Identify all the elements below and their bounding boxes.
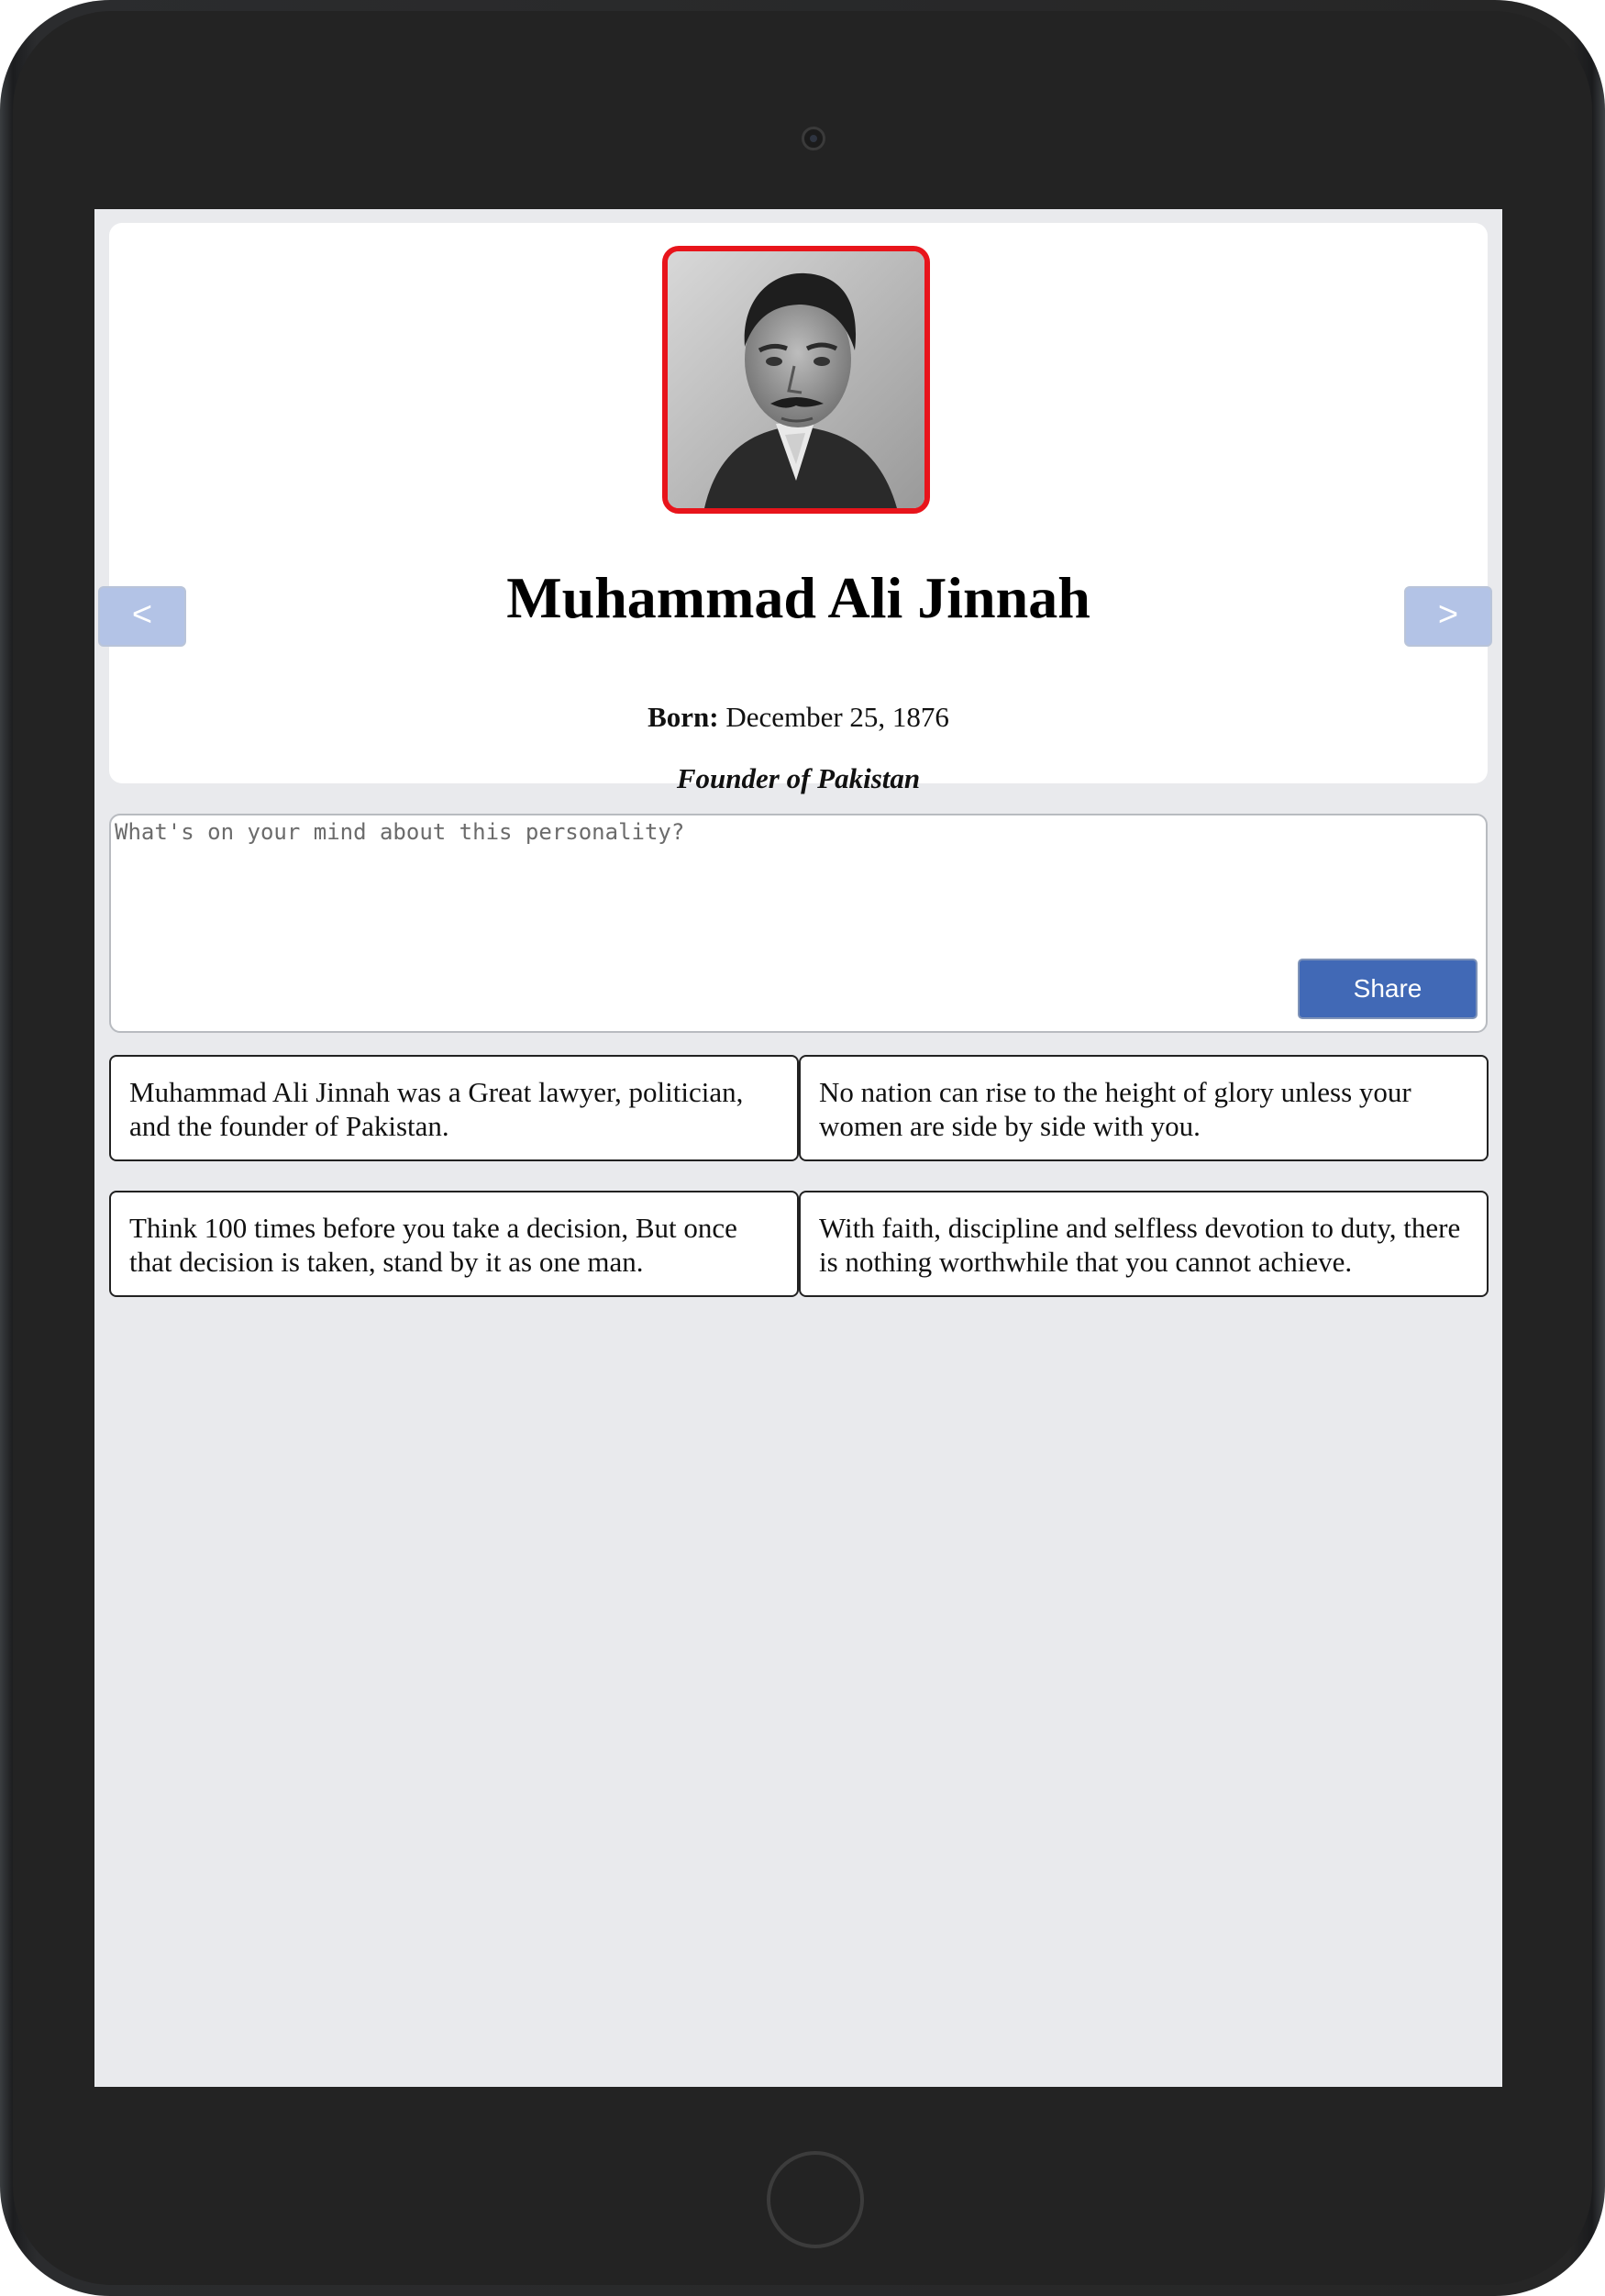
comment-input[interactable] <box>115 819 1472 957</box>
birth-date: Born: December 25, 1876 <box>109 701 1488 734</box>
post-card: Muhammad Ali Jinnah was a Great lawyer, … <box>109 1055 799 1161</box>
comment-composer: Share <box>109 814 1488 1033</box>
share-button[interactable]: Share <box>1298 959 1478 1019</box>
previous-button[interactable]: < <box>98 586 186 647</box>
born-label: Born: <box>648 701 719 733</box>
post-card: Think 100 times before you take a decisi… <box>109 1191 799 1297</box>
next-button[interactable]: > <box>1404 586 1492 647</box>
born-date-value: December 25, 1876 <box>725 701 949 733</box>
home-button[interactable] <box>767 2151 864 2248</box>
app-screen: Muhammad Ali Jinnah Born: December 25, 1… <box>94 209 1502 2087</box>
post-card: With faith, discipline and selfless devo… <box>799 1191 1489 1297</box>
profile-card: Muhammad Ali Jinnah Born: December 25, 1… <box>109 223 1488 794</box>
profile-name: Muhammad Ali Jinnah <box>506 565 1090 630</box>
portrait-image <box>668 251 924 508</box>
post-card: No nation can rise to the height of glor… <box>799 1055 1489 1161</box>
profile-role: Founder of Pakistan <box>676 762 921 794</box>
profile-portrait <box>662 246 930 514</box>
camera-icon <box>802 127 825 150</box>
